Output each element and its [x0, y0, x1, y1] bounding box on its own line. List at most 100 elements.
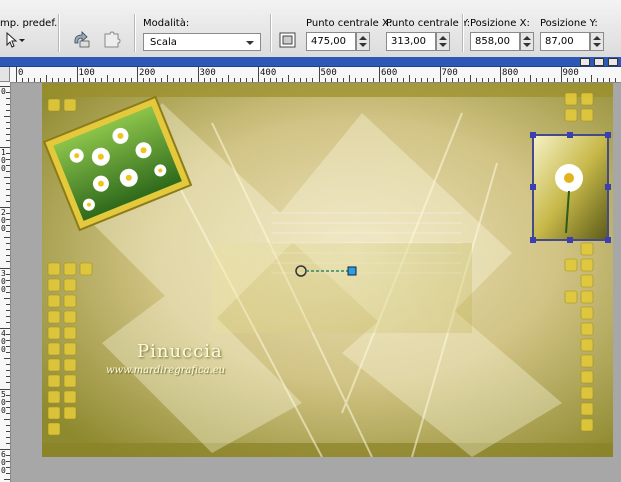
center-x-spin-buttons[interactable] [356, 32, 370, 51]
ruler-minor-tick [391, 78, 393, 82]
minimize-icon[interactable] [580, 58, 590, 66]
position-y-stepper[interactable]: 87,00 [540, 32, 605, 51]
ruler-minor-tick [106, 75, 108, 82]
ruler-minor-tick [415, 78, 417, 82]
ruler-minor-tick [282, 78, 284, 82]
ruler-minor-tick [6, 188, 10, 190]
ruler-minor-tick [427, 78, 429, 82]
ruler-minor-tick [330, 78, 332, 82]
ruler-minor-tick [354, 78, 356, 82]
ruler-major-tick [16, 67, 17, 82]
ruler-minor-tick [179, 78, 181, 82]
watermark-name: Pinuccia [137, 341, 223, 362]
ruler-minor-tick [203, 78, 205, 82]
ruler-minor-tick [306, 78, 308, 82]
mode-select[interactable]: Scala [143, 33, 261, 51]
ruler-major-tick [379, 67, 380, 82]
ruler-minor-tick [6, 340, 10, 342]
crop-options-button[interactable] [102, 31, 122, 51]
window-titlebar [0, 57, 621, 67]
position-y-label: Posizione Y: [540, 18, 598, 29]
center-x-field[interactable]: 475,00 [306, 32, 356, 51]
ruler-minor-tick [469, 75, 471, 82]
center-button[interactable] [278, 31, 298, 51]
position-y-field[interactable]: 87,00 [540, 32, 590, 51]
ruler-minor-tick [433, 78, 435, 82]
position-y-spin-buttons[interactable] [590, 32, 604, 51]
ruler-label: 900 [562, 68, 579, 78]
ruler-minor-tick [4, 116, 10, 118]
ruler-minor-tick [397, 78, 399, 82]
ruler-minor-tick [6, 92, 10, 94]
ruler-minor-tick [112, 78, 114, 82]
ruler-minor-tick [336, 78, 338, 82]
ruler-minor-tick [149, 78, 151, 82]
spin-up-icon [359, 36, 367, 40]
mode-label: Modalità: [143, 18, 190, 29]
ruler-minor-tick [34, 78, 36, 82]
center-y-field[interactable]: 313,00 [386, 32, 436, 51]
ruler-minor-tick [143, 78, 145, 82]
ruler-minor-tick [221, 78, 223, 82]
ruler-minor-tick [409, 75, 411, 82]
ruler-minor-tick [6, 364, 10, 366]
center-y-stepper[interactable]: 313,00 [386, 32, 451, 51]
position-x-spin-buttons[interactable] [520, 32, 534, 51]
ruler-minor-tick [6, 170, 10, 172]
ruler-minor-tick [22, 78, 24, 82]
ruler-minor-tick [6, 182, 10, 184]
ruler-minor-tick [6, 315, 10, 317]
ruler-minor-tick [4, 479, 10, 481]
ruler-minor-tick [52, 78, 54, 82]
ruler-major-tick [560, 67, 562, 82]
ruler-minor-tick [46, 75, 48, 82]
ruler-minor-tick [6, 309, 10, 311]
ruler-minor-tick [530, 75, 532, 82]
ruler-minor-tick [58, 78, 60, 82]
chevron-down-icon [246, 41, 254, 45]
center-x-stepper[interactable]: 475,00 [306, 32, 371, 51]
ruler-minor-tick [324, 78, 326, 82]
ruler-minor-tick [245, 78, 247, 82]
vertical-ruler[interactable]: 01 0 02 0 03 0 04 0 05 0 06 0 0 [0, 82, 11, 482]
ruler-label: 500 [320, 68, 337, 78]
close-icon[interactable] [608, 58, 618, 66]
ruler-minor-tick [155, 78, 157, 82]
ruler-minor-tick [487, 78, 489, 82]
tool-options-bar: mp. predef.: Modalità: Scala Punto centr… [0, 0, 621, 58]
mode-select-value: Scala [150, 37, 177, 48]
position-x-stepper[interactable]: 858,00 [470, 32, 535, 51]
ruler-minor-tick [596, 78, 598, 82]
ruler-minor-tick [6, 200, 10, 202]
horizontal-ruler[interactable]: 0 100 200 300 400 500 600 700 800 900 [10, 67, 621, 83]
center-target-icon [279, 32, 296, 48]
watermark-url: www.mardiregrafica.eu [106, 365, 226, 376]
ruler-minor-tick [342, 78, 344, 82]
ruler-minor-tick [6, 98, 10, 100]
ruler-minor-tick [28, 78, 30, 82]
spin-down-icon [593, 43, 601, 47]
ruler-minor-tick [6, 152, 10, 154]
ruler-minor-tick [161, 78, 163, 82]
ruler-minor-tick [264, 78, 266, 82]
ruler-minor-tick [590, 75, 592, 82]
position-x-field[interactable]: 858,00 [470, 32, 520, 51]
ruler-minor-tick [40, 78, 42, 82]
maximize-icon[interactable] [594, 58, 604, 66]
ruler-minor-tick [6, 436, 10, 438]
ruler-minor-tick [385, 78, 387, 82]
ruler-minor-tick [94, 78, 96, 82]
ruler-label: 100 [78, 68, 95, 78]
preset-picker-button[interactable] [4, 31, 25, 51]
ruler-minor-tick [6, 467, 10, 469]
ruler-minor-tick [602, 78, 604, 82]
ruler-minor-tick [6, 255, 10, 257]
reset-button[interactable] [72, 31, 92, 51]
canvas-image[interactable]: Pinuccia www.mardiregrafica.eu [42, 83, 613, 457]
ruler-minor-tick [209, 78, 211, 82]
center-y-spin-buttons[interactable] [436, 32, 450, 51]
ruler-minor-tick [124, 78, 126, 82]
ruler-minor-tick [6, 382, 10, 384]
ruler-minor-tick [348, 75, 350, 82]
pick-tool-icon [6, 31, 25, 48]
